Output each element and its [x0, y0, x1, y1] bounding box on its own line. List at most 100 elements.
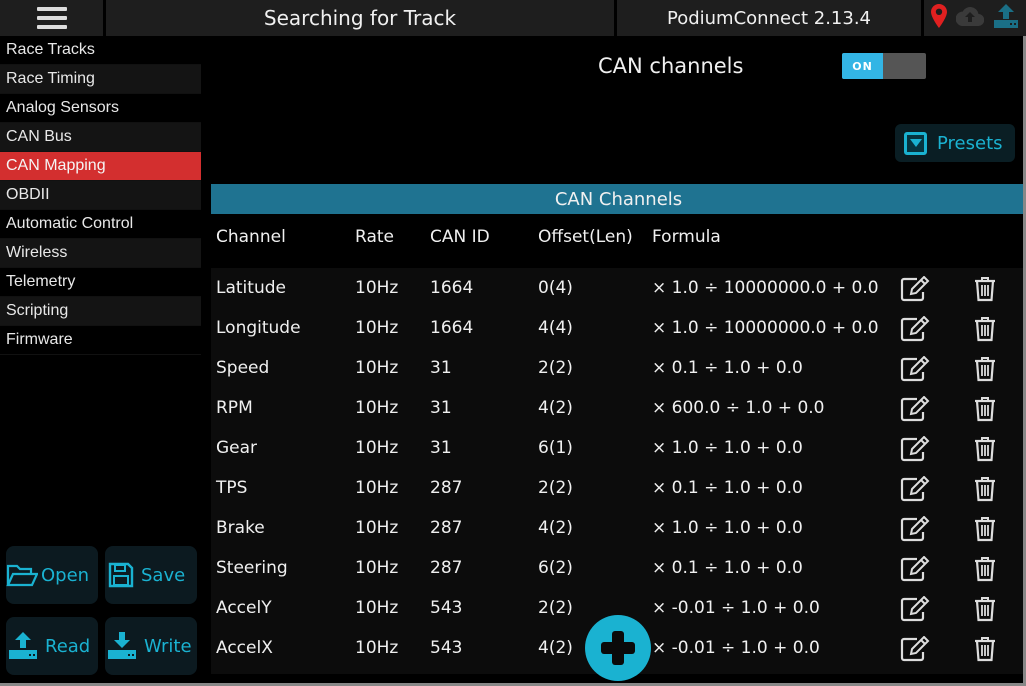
col-header-channel: Channel [216, 227, 286, 247]
channel-rate: 10Hz [355, 598, 399, 618]
table-row[interactable]: Longitude 10Hz 1664 4(4) × 1.0 ÷ 10000000.0 … [211, 308, 1026, 348]
table-row[interactable]: RPM 10Hz 31 4(2) × 600.0 ÷ 1.0 + 0.0 [211, 388, 1026, 428]
sidebar-item-can-mapping[interactable]: CAN Mapping [0, 152, 201, 181]
table-row[interactable]: Brake 10Hz 287 4(2) × 1.0 ÷ 1.0 + 0.0 [211, 508, 1026, 548]
channel-can-id: 1664 [430, 278, 474, 298]
channel-formula: × 1.0 ÷ 1.0 + 0.0 [652, 518, 803, 538]
table-row[interactable]: Gear 10Hz 31 6(1) × 1.0 ÷ 1.0 + 0.0 [211, 428, 1026, 468]
channel-can-id: 543 [430, 598, 463, 618]
sidebar-item-scripting[interactable]: Scripting [0, 297, 201, 326]
col-header-rate: Rate [355, 227, 394, 247]
trash-icon[interactable] [969, 315, 1001, 343]
trash-icon[interactable] [969, 595, 1001, 623]
col-header-formula: Formula [652, 227, 721, 247]
channel-offset: 4(2) [538, 398, 573, 418]
channel-rate: 10Hz [355, 318, 399, 338]
trash-icon[interactable] [969, 355, 1001, 383]
edit-icon[interactable] [899, 275, 931, 303]
sidebar-item-automatic-control[interactable]: Automatic Control [0, 210, 201, 239]
edit-icon[interactable] [899, 515, 931, 543]
trash-icon[interactable] [969, 515, 1001, 543]
edit-icon[interactable] [899, 475, 931, 503]
channel-can-id: 543 [430, 638, 463, 658]
channel-can-id: 1664 [430, 318, 474, 338]
sidebar-item-analog-sensors[interactable]: Analog Sensors [0, 94, 201, 123]
top-bar: Searching for Track PodiumConnect 2.13.4 [0, 0, 1026, 36]
col-header-offset: Offset(Len) [538, 227, 633, 247]
upload-tray-icon [9, 632, 37, 659]
sidebar-item-race-timing[interactable]: Race Timing [0, 65, 201, 94]
panel-title: CAN Channels [211, 184, 1026, 214]
channel-offset: 2(2) [538, 478, 573, 498]
sidebar-item-firmware[interactable]: Firmware [0, 326, 201, 355]
channel-rate: 10Hz [355, 278, 399, 298]
can-channels-toggle[interactable]: ON [842, 53, 926, 79]
sidebar-item-can-bus[interactable]: CAN Bus [0, 123, 201, 152]
col-header-can-id: CAN ID [430, 227, 490, 247]
table-row[interactable]: Latitude 10Hz 1664 0(4) × 1.0 ÷ 10000000.0 +… [211, 268, 1026, 308]
table-header: Channel Rate CAN ID Offset(Len) Formula [211, 214, 1026, 264]
trash-icon[interactable] [969, 435, 1001, 463]
sidebar-item-wireless[interactable]: Wireless [0, 239, 201, 268]
app-version: PodiumConnect 2.13.4 [617, 0, 921, 36]
edit-icon[interactable] [899, 555, 931, 583]
cloud-upload-icon[interactable] [955, 6, 985, 30]
channel-name: Brake [216, 518, 265, 538]
channel-formula: × 1.0 ÷ 1.0 + 0.0 [652, 438, 803, 458]
upload-icon[interactable] [993, 4, 1019, 32]
write-button[interactable]: Write [105, 617, 197, 675]
channel-name: TPS [216, 478, 248, 498]
menu-button[interactable] [0, 0, 103, 36]
edit-icon[interactable] [899, 435, 931, 463]
read-button[interactable]: Read [6, 617, 98, 675]
table-row[interactable]: TPS 10Hz 287 2(2) × 0.1 ÷ 1.0 + 0.0 [211, 468, 1026, 508]
edit-icon[interactable] [899, 635, 931, 663]
add-channel-button[interactable] [585, 615, 651, 681]
edit-icon[interactable] [899, 355, 931, 383]
read-label: Read [45, 635, 91, 657]
open-label: Open [41, 564, 90, 586]
status-icons [924, 0, 1026, 36]
channel-can-id: 31 [430, 438, 452, 458]
channel-formula: × 1.0 ÷ 10000000.0 + 0.0 [652, 278, 879, 298]
channel-formula: × 0.1 ÷ 1.0 + 0.0 [652, 358, 803, 378]
sidebar-item-telemetry[interactable]: Telemetry [0, 268, 201, 297]
edit-icon[interactable] [899, 315, 931, 343]
sidebar-item-obdii[interactable]: OBDII [0, 181, 201, 210]
channel-offset: 4(2) [538, 638, 573, 658]
sidebar-nav: Race Tracks Race Timing Analog Sensors C… [0, 36, 201, 355]
channel-name: Gear [216, 438, 258, 458]
channel-offset: 2(2) [538, 358, 573, 378]
table-row[interactable]: Speed 10Hz 31 2(2) × 0.1 ÷ 1.0 + 0.0 [211, 348, 1026, 388]
channel-name: Latitude [216, 278, 286, 298]
channel-rate: 10Hz [355, 478, 399, 498]
trash-icon[interactable] [969, 275, 1001, 303]
toggle-on-label: ON [842, 53, 883, 79]
open-button[interactable]: Open [6, 546, 98, 604]
trash-icon[interactable] [969, 555, 1001, 583]
channel-offset: 0(4) [538, 278, 573, 298]
download-tray-icon [108, 632, 136, 659]
channel-offset: 2(2) [538, 598, 573, 618]
table-row[interactable]: Steering 10Hz 287 6(2) × 0.1 ÷ 1.0 + 0.0 [211, 548, 1026, 588]
sidebar-item-race-tracks[interactable]: Race Tracks [0, 36, 201, 65]
trash-icon[interactable] [969, 475, 1001, 503]
location-pin-icon[interactable] [930, 4, 947, 32]
channel-name: Longitude [216, 318, 301, 338]
channel-can-id: 31 [430, 358, 452, 378]
track-status-title: Searching for Track [106, 0, 614, 36]
save-label: Save [141, 564, 186, 586]
channel-can-id: 287 [430, 558, 463, 578]
trash-icon[interactable] [969, 395, 1001, 423]
edit-icon[interactable] [899, 595, 931, 623]
channels-table: Latitude 10Hz 1664 0(4) × 1.0 ÷ 10000000.0 +… [211, 268, 1026, 674]
floppy-disk-icon [108, 562, 134, 588]
save-button[interactable]: Save [105, 546, 197, 604]
channel-rate: 10Hz [355, 398, 399, 418]
trash-icon[interactable] [969, 635, 1001, 663]
channel-formula: × 0.1 ÷ 1.0 + 0.0 [652, 478, 803, 498]
edit-icon[interactable] [899, 395, 931, 423]
channel-formula: × 600.0 ÷ 1.0 + 0.0 [652, 398, 825, 418]
presets-button[interactable]: Presets [895, 124, 1015, 162]
dropdown-icon [904, 131, 927, 155]
